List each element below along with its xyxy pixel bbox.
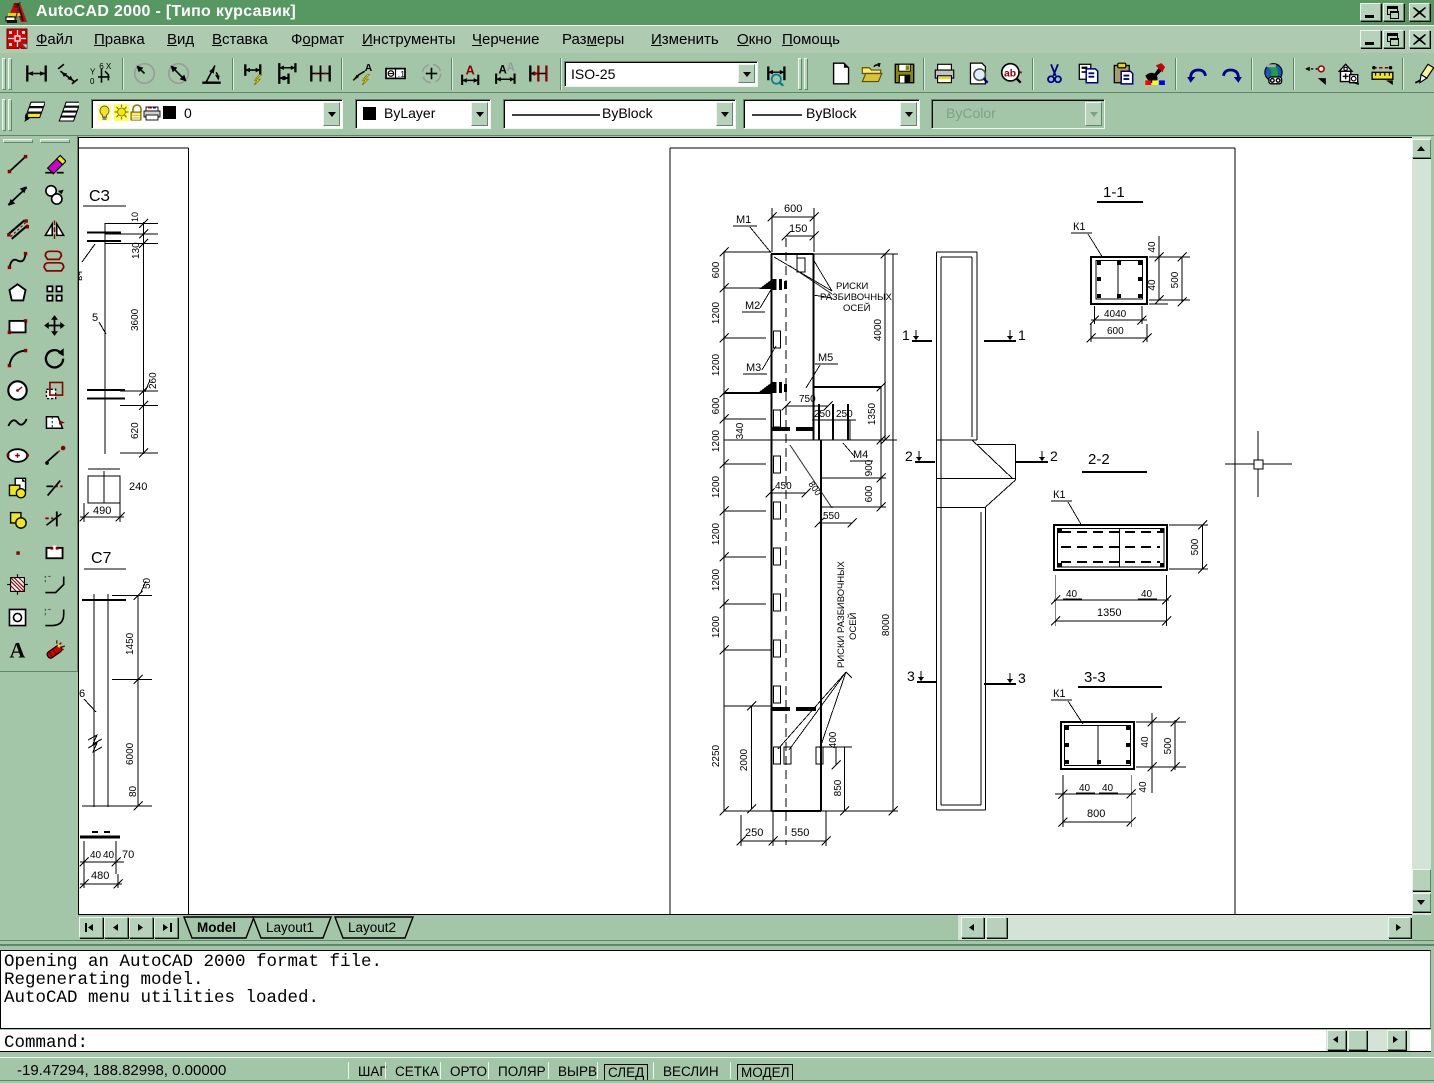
svg-text:ab: ab xyxy=(1004,68,1016,79)
svg-text:620: 620 xyxy=(130,422,141,439)
svg-text:М2: М2 xyxy=(745,300,760,312)
svg-text:1200: 1200 xyxy=(711,568,722,591)
svg-text:400: 400 xyxy=(828,731,839,748)
svg-text:3: 3 xyxy=(907,668,915,684)
svg-text:1200: 1200 xyxy=(711,522,722,545)
svg-text:3600: 3600 xyxy=(130,308,141,331)
svg-text:900: 900 xyxy=(864,459,875,476)
svg-text:600: 600 xyxy=(1107,326,1124,337)
svg-text:800: 800 xyxy=(1087,808,1105,820)
svg-text:130: 130 xyxy=(131,242,142,259)
svg-text:240: 240 xyxy=(129,481,147,493)
svg-text:40: 40 xyxy=(1147,241,1158,253)
svg-text:1200: 1200 xyxy=(711,475,722,498)
svg-text:40: 40 xyxy=(1140,736,1151,748)
svg-text:80: 80 xyxy=(128,785,139,797)
svg-text:РИСКИ: РИСКИ xyxy=(836,281,869,292)
svg-text:40: 40 xyxy=(1066,589,1078,600)
svg-text:50: 50 xyxy=(142,577,153,589)
svg-text:2: 2 xyxy=(1050,448,1058,464)
svg-text:40: 40 xyxy=(1141,589,1153,600)
svg-text:40: 40 xyxy=(1138,781,1149,793)
svg-text:4000: 4000 xyxy=(873,318,884,341)
svg-text:490: 490 xyxy=(93,505,111,517)
svg-text:8000: 8000 xyxy=(881,613,892,636)
svg-text:3-3: 3-3 xyxy=(1084,669,1106,686)
svg-text:550: 550 xyxy=(823,511,840,522)
svg-text:550: 550 xyxy=(791,827,809,839)
svg-text:10: 10 xyxy=(130,212,140,222)
svg-text:C7: C7 xyxy=(91,550,112,567)
svg-text:6: 6 xyxy=(79,688,85,700)
svg-text:К1: К1 xyxy=(1073,221,1086,233)
svg-text:Model: Model xyxy=(197,920,236,935)
svg-text:.1: .1 xyxy=(398,69,405,79)
svg-text:3: 3 xyxy=(1018,670,1026,686)
svg-text:850: 850 xyxy=(833,779,844,796)
svg-text:5: 5 xyxy=(92,312,98,324)
svg-text:40: 40 xyxy=(1102,783,1114,794)
svg-text:2-2: 2-2 xyxy=(1088,451,1110,468)
svg-text:М1: М1 xyxy=(736,214,751,226)
svg-text:250: 250 xyxy=(836,409,853,420)
svg-text:600: 600 xyxy=(711,397,722,414)
svg-text:2: 2 xyxy=(905,448,913,464)
svg-text:40: 40 xyxy=(103,850,115,861)
svg-text:М3: М3 xyxy=(746,362,761,374)
svg-text:1200: 1200 xyxy=(711,615,722,638)
svg-text:500: 500 xyxy=(1163,737,1174,754)
svg-text:К1: К1 xyxy=(1053,688,1066,700)
svg-text:1350: 1350 xyxy=(867,402,878,425)
svg-text:2250: 2250 xyxy=(711,744,722,767)
svg-text:Y: Y xyxy=(90,68,96,77)
svg-text:600: 600 xyxy=(711,261,722,278)
svg-text:1450: 1450 xyxy=(125,632,136,655)
svg-text:1: 1 xyxy=(1018,327,1026,343)
svg-text:ОСЕЙ: ОСЕЙ xyxy=(843,302,871,314)
svg-text:6000: 6000 xyxy=(125,742,136,765)
svg-text:250: 250 xyxy=(814,409,831,420)
svg-text:600: 600 xyxy=(784,203,802,215)
svg-text:150: 150 xyxy=(789,223,807,235)
svg-text:1200: 1200 xyxy=(711,301,722,324)
svg-text:К1: К1 xyxy=(1053,489,1066,501)
svg-text:2000: 2000 xyxy=(739,748,750,771)
svg-text:A: A xyxy=(507,62,515,74)
svg-text:М5: М5 xyxy=(818,352,833,364)
svg-text:1200: 1200 xyxy=(711,429,722,452)
svg-text:1350: 1350 xyxy=(1097,607,1121,619)
svg-text:40: 40 xyxy=(1079,783,1091,794)
svg-text:РИСКИ РАЗБИВОЧНЫХ: РИСКИ РАЗБИВОЧНЫХ xyxy=(836,560,847,668)
svg-text:250: 250 xyxy=(745,827,763,839)
svg-text:ОСЕЙ: ОСЕЙ xyxy=(847,612,859,640)
svg-text:600: 600 xyxy=(864,485,875,502)
svg-text:вч: вч xyxy=(78,271,85,281)
svg-text:500: 500 xyxy=(1170,271,1181,288)
svg-text:A: A xyxy=(365,63,373,74)
svg-text:340: 340 xyxy=(735,422,746,439)
svg-text:40: 40 xyxy=(90,850,102,861)
svg-text:500: 500 xyxy=(1190,538,1201,555)
svg-text:Layout2: Layout2 xyxy=(348,920,396,935)
svg-text:750: 750 xyxy=(799,394,816,405)
svg-text:М4: М4 xyxy=(853,449,868,461)
svg-text:480: 480 xyxy=(91,870,109,882)
svg-text:4040: 4040 xyxy=(1104,309,1127,320)
svg-text:СЗ: СЗ xyxy=(89,188,110,205)
svg-text:40: 40 xyxy=(1147,279,1158,291)
svg-text:Layout1: Layout1 xyxy=(266,920,314,935)
svg-text:1200: 1200 xyxy=(711,353,722,376)
svg-text:1-1: 1-1 xyxy=(1103,184,1125,201)
svg-text:1: 1 xyxy=(902,327,910,343)
svg-text:70: 70 xyxy=(122,849,134,861)
svg-text:A: A xyxy=(9,639,25,661)
svg-text:450: 450 xyxy=(775,481,792,492)
svg-text:A: A xyxy=(466,64,475,78)
svg-text:0: 0 xyxy=(90,77,95,85)
